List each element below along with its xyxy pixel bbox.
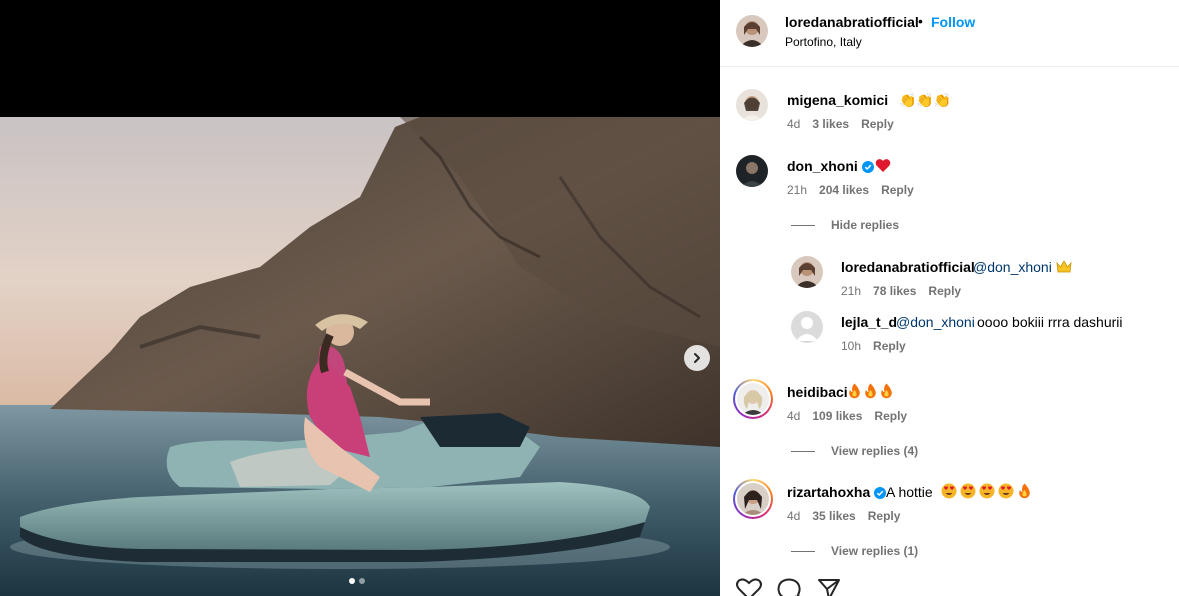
reply-username[interactable]: loredanabratiofficial	[841, 259, 975, 275]
comment-likes[interactable]: 3 likes	[812, 117, 849, 131]
reply-mention[interactable]: @don_xhoni	[896, 314, 975, 330]
chevron-right-icon	[694, 353, 700, 363]
comment-likes[interactable]: 204 likes	[819, 183, 869, 197]
heart-eyes-emoji	[960, 483, 976, 499]
comment-username-text[interactable]: don_xhoni	[787, 158, 858, 174]
comment-age[interactable]: 4d	[787, 409, 800, 423]
reply-button[interactable]: Reply	[881, 183, 914, 197]
heart-eyes-emoji	[998, 483, 1014, 499]
reply-button[interactable]: Reply	[928, 284, 961, 298]
comment-username[interactable]: migena_komici	[787, 92, 888, 108]
commenter-avatar[interactable]	[736, 89, 768, 121]
post-media	[0, 0, 720, 596]
hide-replies-button[interactable]: Hide replies	[791, 218, 899, 232]
comment-age[interactable]: 21h	[787, 183, 807, 197]
action-bar	[720, 575, 1179, 596]
story-ring[interactable]	[733, 479, 773, 519]
follow-button[interactable]: Follow	[931, 14, 975, 30]
reply-button[interactable]: Reply	[873, 339, 906, 353]
carousel-indicator	[349, 578, 365, 584]
verified-badge-icon	[874, 487, 887, 499]
owner-username[interactable]: loredanabratiofficial	[785, 14, 919, 30]
reply-likes[interactable]: 78 likes	[873, 284, 916, 298]
reply-username[interactable]: lejla_t_d	[841, 314, 897, 330]
comment-username-text[interactable]: rizartahoxha	[787, 484, 870, 500]
reply-button[interactable]: Reply	[874, 409, 907, 423]
reply-age[interactable]: 10h	[841, 339, 861, 353]
story-ring[interactable]	[733, 379, 773, 419]
comment-meta: 4d 3 likes Reply	[787, 117, 906, 131]
thread-line	[791, 225, 815, 227]
thread-line	[791, 451, 815, 453]
thread-toggle-label: Hide replies	[831, 218, 900, 232]
comment-text: A hottie	[886, 484, 933, 500]
thread-toggle-label: View replies (1)	[831, 544, 919, 558]
fire-emoji	[1019, 483, 1030, 499]
reply-meta: 10h Reply	[841, 339, 918, 353]
heart-eyes-emoji	[979, 483, 995, 499]
separator-dot: •	[918, 13, 923, 29]
reply-button[interactable]: Reply	[868, 509, 901, 523]
commenter-avatar	[737, 483, 769, 515]
comment-meta: 21h 204 likes Reply	[787, 183, 926, 197]
letterbox	[0, 0, 720, 117]
fire-emojis	[847, 383, 894, 399]
reply-age[interactable]: 21h	[841, 284, 861, 298]
view-replies-button[interactable]: View replies (1)	[791, 544, 918, 558]
comments-panel: loredanabratiofficial • Follow Portofino…	[720, 0, 1179, 596]
commenter-avatar	[737, 383, 769, 415]
default-avatar[interactable]	[791, 311, 823, 343]
comment-text: 👏👏👏	[899, 92, 952, 108]
fire-emoji	[849, 383, 860, 399]
verified-badge-icon	[861, 161, 874, 173]
comment-icon[interactable]	[777, 578, 801, 596]
reply-text: oooo bokiii rrra dashurii	[977, 314, 1123, 330]
comment-meta: 4d 109 likes Reply	[787, 409, 919, 423]
reply-meta: 21h 78 likes Reply	[841, 284, 973, 298]
comment-age[interactable]: 4d	[787, 509, 800, 523]
post-header: loredanabratiofficial • Follow Portofino…	[720, 0, 1179, 67]
heart-outline-icon[interactable]	[736, 578, 762, 596]
reply-avatar[interactable]	[791, 256, 823, 288]
reply-mention[interactable]: @don_xhoni	[973, 259, 1052, 275]
reply-button[interactable]: Reply	[861, 117, 894, 131]
comment-username: rizartahoxha	[787, 484, 887, 500]
next-media-button[interactable]	[684, 345, 710, 371]
view-replies-button[interactable]: View replies (4)	[791, 444, 918, 458]
commenter-avatar[interactable]	[736, 155, 768, 187]
post-location[interactable]: Portofino, Italy	[785, 35, 862, 49]
red-heart-emoji	[875, 159, 891, 172]
comment-likes[interactable]: 109 likes	[812, 409, 862, 423]
post-photo	[0, 117, 720, 596]
heart-eyes-emoji	[941, 483, 957, 499]
share-icon[interactable]	[817, 578, 841, 596]
comment-username: don_xhoni	[787, 158, 874, 174]
thread-line	[791, 551, 815, 553]
owner-avatar[interactable]	[736, 15, 768, 47]
comment-meta: 4d 35 likes Reply	[787, 509, 912, 523]
comment-age[interactable]: 4d	[787, 117, 800, 131]
comment-likes[interactable]: 35 likes	[812, 509, 855, 523]
comment-username[interactable]: heidibaci	[787, 384, 848, 400]
crown-emoji	[1056, 260, 1072, 273]
comment-emojis	[941, 483, 1032, 499]
carousel-dot-active	[349, 578, 355, 584]
carousel-dot	[359, 578, 365, 584]
fire-emoji	[865, 383, 876, 399]
thread-toggle-label: View replies (4)	[831, 444, 919, 458]
fire-emoji	[881, 383, 892, 399]
